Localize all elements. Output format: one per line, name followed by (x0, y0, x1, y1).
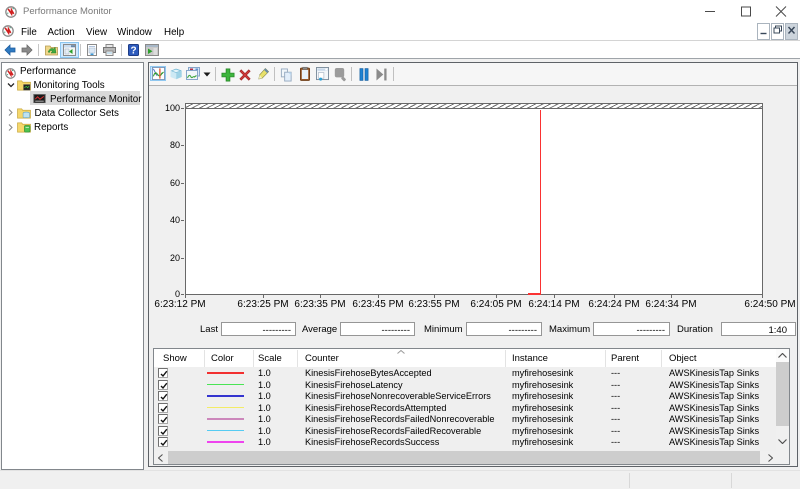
svg-text:?: ? (130, 46, 136, 57)
